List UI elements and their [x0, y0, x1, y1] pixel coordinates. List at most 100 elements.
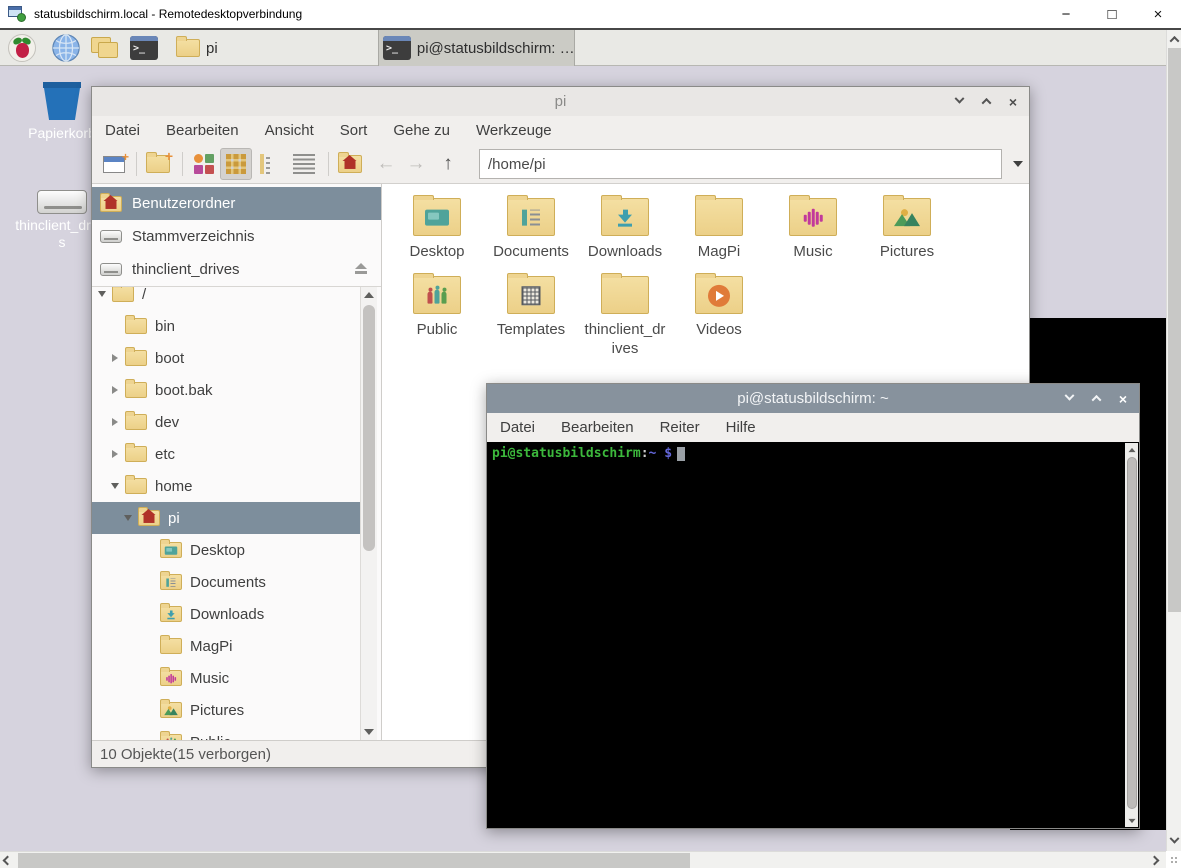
expand-icon[interactable]: [112, 450, 118, 458]
menu-datei[interactable]: Datei: [92, 116, 153, 144]
tree-item-root[interactable]: /: [92, 287, 360, 310]
menu-gehe-zu[interactable]: Gehe zu: [380, 116, 463, 144]
tree-item-documents[interactable]: Documents: [92, 566, 360, 598]
eject-icon[interactable]: [355, 263, 367, 274]
scroll-right-button[interactable]: [1147, 853, 1162, 868]
file-item-documents[interactable]: Documents: [484, 198, 578, 261]
window-close-button[interactable]: ×: [1005, 94, 1021, 110]
place-root[interactable]: Stammverzeichnis: [92, 220, 381, 253]
tree-item-music[interactable]: Music: [92, 662, 360, 694]
file-item-videos[interactable]: Videos: [672, 276, 766, 339]
file-manager-titlebar[interactable]: pi ×: [92, 87, 1029, 116]
scrollbar-thumb[interactable]: [1168, 48, 1181, 612]
file-manager-title: pi: [555, 93, 567, 110]
browser-launcher[interactable]: [50, 33, 82, 63]
minimize-button[interactable]: −: [1043, 0, 1089, 28]
window-close-button[interactable]: ×: [1115, 391, 1131, 407]
taskbar-task-terminal[interactable]: >_ pi@statusbildschirm: …: [378, 30, 575, 66]
file-item-music[interactable]: Music: [766, 198, 860, 261]
detailed-list-icon: [293, 154, 315, 174]
file-manager-launcher[interactable]: [90, 33, 122, 63]
menu-werkzeuge[interactable]: Werkzeuge: [463, 116, 565, 144]
close-button[interactable]: ×: [1135, 0, 1181, 28]
tree-scrollbar[interactable]: [360, 287, 377, 740]
icon-view-icon: [226, 154, 246, 174]
tree-item-home[interactable]: home: [92, 470, 360, 502]
terminal-launcher[interactable]: >_: [128, 33, 160, 63]
menu-bearbeiten[interactable]: Bearbeiten: [548, 413, 647, 441]
home-button[interactable]: [334, 148, 366, 180]
prompt-symbol: $: [664, 446, 672, 461]
place-home[interactable]: Benutzerordner: [92, 187, 381, 220]
compact-view-button[interactable]: [254, 148, 286, 180]
tree-item-boot[interactable]: boot: [92, 342, 360, 374]
file-item-public[interactable]: Public: [390, 276, 484, 339]
tree-item-downloads[interactable]: Downloads: [92, 598, 360, 630]
tree-item-boot-bak[interactable]: boot.bak: [92, 374, 360, 406]
tree-item-dev[interactable]: dev: [92, 406, 360, 438]
scroll-up-button[interactable]: [1125, 443, 1138, 456]
file-item-downloads[interactable]: Downloads: [578, 198, 672, 261]
back-icon: ←: [377, 153, 396, 175]
maximize-button[interactable]: □: [1089, 0, 1135, 28]
tree-item-desktop[interactable]: Desktop: [92, 534, 360, 566]
menu-sort[interactable]: Sort: [327, 116, 381, 144]
scroll-left-button[interactable]: [0, 853, 15, 868]
menu-reiter[interactable]: Reiter: [647, 413, 713, 441]
trash-icon: [41, 82, 83, 122]
scroll-down-button[interactable]: [361, 724, 377, 740]
tree-item-pi[interactable]: pi: [92, 502, 360, 534]
raspberry-icon: [8, 34, 36, 62]
thumbnail-view-icon: [194, 154, 214, 174]
terminal-titlebar[interactable]: pi@statusbildschirm: ~ ×: [487, 384, 1139, 413]
scroll-down-button[interactable]: [1167, 834, 1181, 849]
file-item-templates[interactable]: Templates: [484, 276, 578, 339]
menu-ansicht[interactable]: Ansicht: [252, 116, 327, 144]
tree-item-public[interactable]: Public: [92, 726, 360, 740]
terminal-scrollbar[interactable]: [1125, 443, 1138, 827]
path-input[interactable]: /home/pi: [479, 149, 1002, 179]
new-window-button[interactable]: +: [98, 148, 130, 180]
up-button[interactable]: ↑: [434, 148, 462, 180]
detailed-list-view-button[interactable]: [288, 148, 320, 180]
file-item-thinclient-drives[interactable]: thinclient_drives: [578, 276, 672, 358]
expand-icon[interactable]: [112, 418, 118, 426]
expand-icon[interactable]: [112, 386, 118, 394]
expand-icon[interactable]: [112, 354, 118, 362]
taskbar-task-file-manager[interactable]: pi: [172, 30, 376, 66]
collapse-icon[interactable]: [124, 515, 132, 521]
terminal-output[interactable]: pi@statusbildschirm:~ $: [487, 442, 1139, 828]
file-item-desktop[interactable]: Desktop: [390, 198, 484, 261]
window-minimize-button[interactable]: [951, 94, 967, 110]
scrollbar-thumb[interactable]: [18, 853, 690, 868]
window-minimize-button[interactable]: [1061, 391, 1077, 407]
file-item-pictures[interactable]: Pictures: [860, 198, 954, 261]
thumbnail-view-button[interactable]: [188, 148, 220, 180]
scrollbar-thumb[interactable]: [1127, 457, 1137, 809]
menu-datei[interactable]: Datei: [487, 413, 548, 441]
window-maximize-button[interactable]: [1088, 391, 1104, 407]
vertical-scrollbar[interactable]: [1166, 30, 1181, 851]
scrollbar-thumb[interactable]: [363, 305, 375, 551]
horizontal-scrollbar[interactable]: [0, 851, 1166, 868]
forward-button[interactable]: →: [402, 148, 430, 180]
tree-item-magpi[interactable]: MagPi: [92, 630, 360, 662]
icon-view-button[interactable]: [220, 148, 252, 180]
scroll-up-button[interactable]: [361, 287, 377, 303]
path-dropdown-button[interactable]: [1008, 152, 1028, 176]
tree-item-bin[interactable]: bin: [92, 310, 360, 342]
tree-item-etc[interactable]: etc: [92, 438, 360, 470]
scroll-down-button[interactable]: [1125, 814, 1138, 827]
file-item-magpi[interactable]: MagPi: [672, 198, 766, 261]
collapse-icon[interactable]: [111, 483, 119, 489]
place-thinclient-drives[interactable]: thinclient_drives: [92, 253, 381, 286]
back-button[interactable]: ←: [372, 148, 400, 180]
window-maximize-button[interactable]: [978, 94, 994, 110]
scroll-up-button[interactable]: [1167, 32, 1181, 47]
new-folder-button[interactable]: +: [142, 148, 174, 180]
collapse-icon[interactable]: [98, 291, 106, 297]
menu-bearbeiten[interactable]: Bearbeiten: [153, 116, 252, 144]
raspberry-menu-button[interactable]: [6, 33, 38, 63]
menu-hilfe[interactable]: Hilfe: [713, 413, 769, 441]
tree-item-pictures[interactable]: Pictures: [92, 694, 360, 726]
